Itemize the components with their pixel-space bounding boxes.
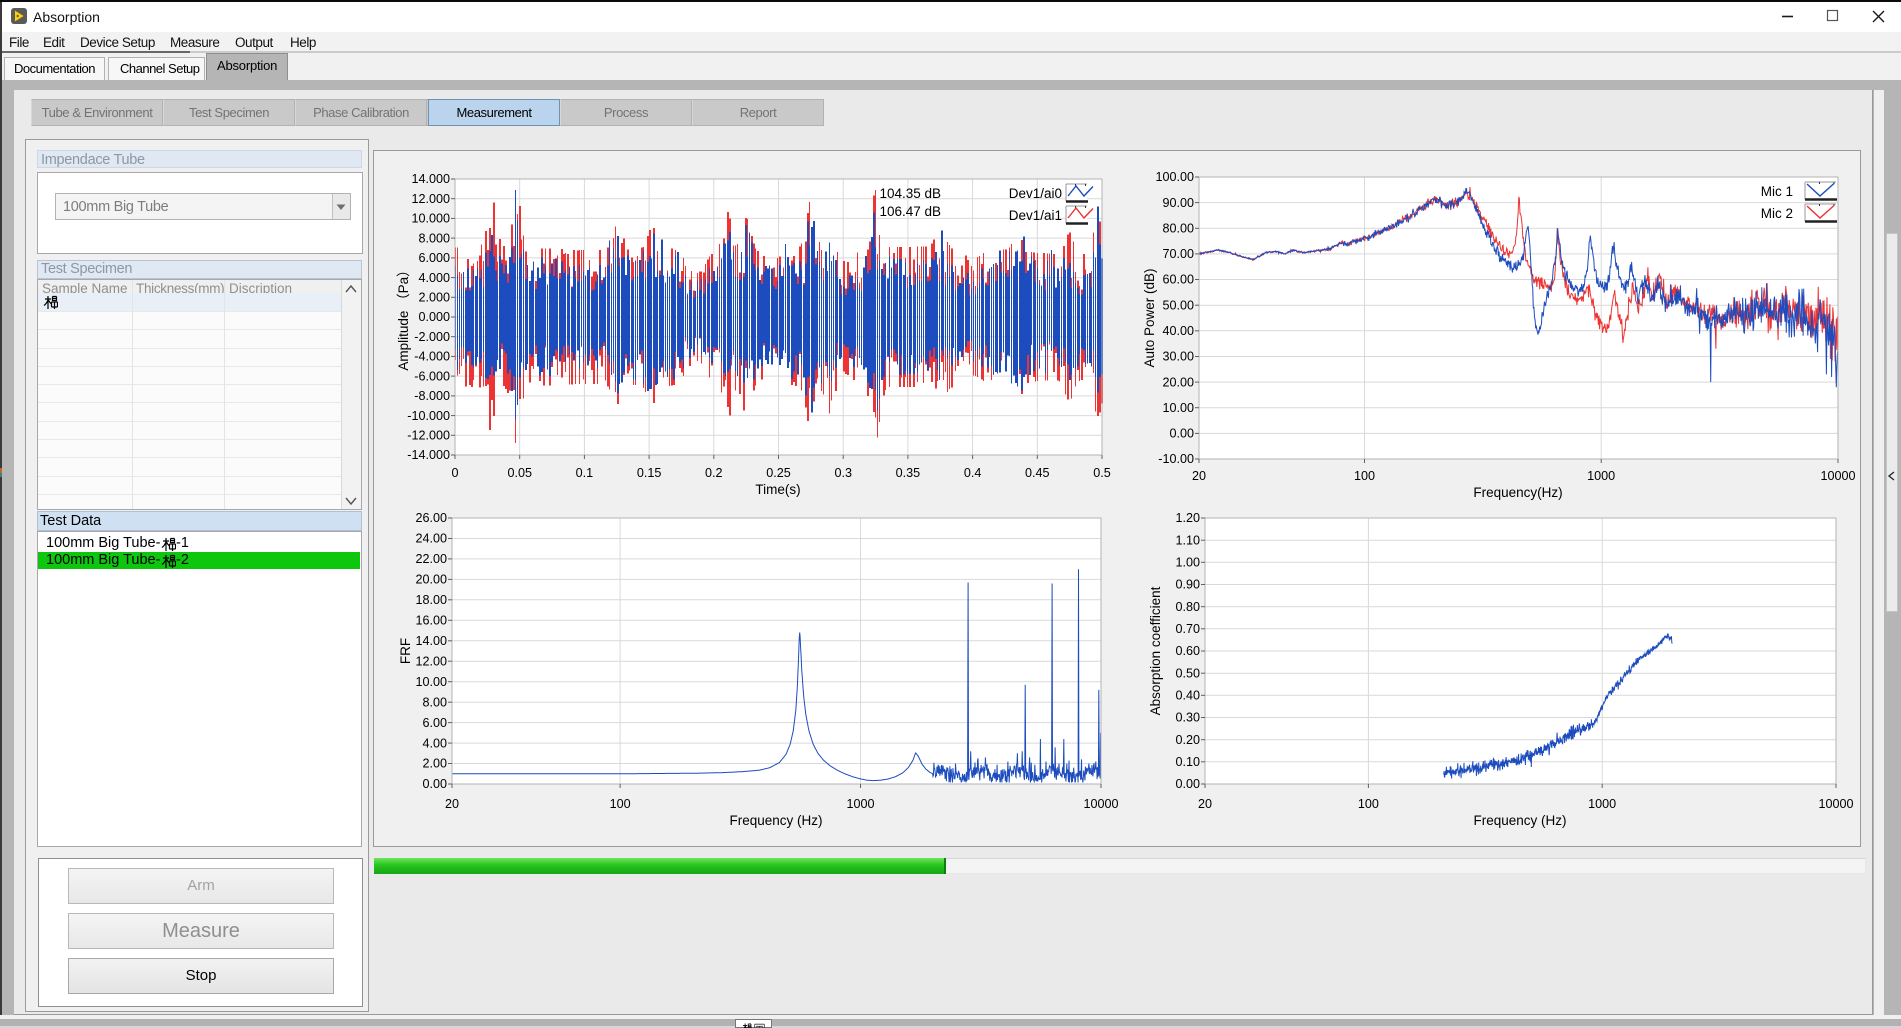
- svg-text:0.4: 0.4: [964, 466, 982, 480]
- svg-text:Auto Power (dB): Auto Power (dB): [1142, 268, 1157, 367]
- svg-text:0.10: 0.10: [1175, 755, 1200, 769]
- svg-text:0.2: 0.2: [705, 466, 723, 480]
- svg-text:50.00: 50.00: [1162, 298, 1194, 312]
- svg-text:1.10: 1.10: [1175, 533, 1200, 547]
- svg-text:10.00: 10.00: [1162, 401, 1194, 415]
- svg-text:Mic 2: Mic 2: [1761, 206, 1793, 221]
- svg-text:-12.000: -12.000: [407, 429, 450, 443]
- svg-text:60.00: 60.00: [1162, 273, 1194, 287]
- svg-text:Mic 1: Mic 1: [1761, 184, 1793, 199]
- svg-text:-4.000: -4.000: [414, 350, 450, 364]
- svg-text:1.00: 1.00: [1175, 556, 1200, 570]
- svg-text:0.35: 0.35: [896, 466, 921, 480]
- svg-text:0.90: 0.90: [1175, 578, 1200, 592]
- svg-text:0.00: 0.00: [422, 777, 447, 791]
- svg-text:0.00: 0.00: [1175, 777, 1200, 791]
- svg-text:20: 20: [1198, 797, 1212, 811]
- svg-text:20.00: 20.00: [415, 573, 447, 587]
- svg-text:0.25: 0.25: [766, 466, 791, 480]
- svg-text:6.000: 6.000: [418, 251, 450, 265]
- svg-text:0.40: 0.40: [1175, 689, 1200, 703]
- svg-text:Time(s): Time(s): [755, 482, 800, 497]
- svg-text:20: 20: [445, 797, 459, 811]
- svg-text:4.000: 4.000: [418, 271, 450, 285]
- svg-text:10000: 10000: [1083, 797, 1118, 811]
- svg-text:12.00: 12.00: [415, 654, 447, 668]
- svg-text:14.00: 14.00: [415, 634, 447, 648]
- svg-text:0.20: 0.20: [1175, 733, 1200, 747]
- svg-text:0.5: 0.5: [1093, 466, 1111, 480]
- svg-text:12.000: 12.000: [411, 192, 450, 206]
- svg-text:Frequency (Hz): Frequency (Hz): [1473, 813, 1566, 828]
- svg-text:2.000: 2.000: [418, 291, 450, 305]
- svg-text:8.00: 8.00: [422, 695, 447, 709]
- svg-text:0.60: 0.60: [1175, 644, 1200, 658]
- svg-text:0.3: 0.3: [834, 466, 852, 480]
- svg-text:Absorption coefficient: Absorption coefficient: [1148, 586, 1163, 715]
- svg-text:20.00: 20.00: [1162, 375, 1194, 389]
- svg-text:-10.000: -10.000: [407, 409, 450, 423]
- svg-text:70.00: 70.00: [1162, 247, 1194, 261]
- svg-text:0.70: 0.70: [1175, 622, 1200, 636]
- svg-text:Frequency (Hz): Frequency (Hz): [729, 813, 822, 828]
- svg-text:20: 20: [1192, 469, 1206, 483]
- svg-text:22.00: 22.00: [415, 552, 447, 566]
- svg-text:30.00: 30.00: [1162, 350, 1194, 364]
- svg-text:10.00: 10.00: [415, 675, 447, 689]
- svg-text:90.00: 90.00: [1162, 196, 1194, 210]
- svg-text:10000: 10000: [1820, 469, 1855, 483]
- svg-text:26.00: 26.00: [415, 511, 447, 525]
- svg-text:10.000: 10.000: [411, 212, 450, 226]
- svg-text:40.00: 40.00: [1162, 324, 1194, 338]
- svg-text:0.30: 0.30: [1175, 711, 1200, 725]
- svg-text:-14.000: -14.000: [407, 448, 450, 462]
- svg-text:80.00: 80.00: [1162, 222, 1194, 236]
- svg-text:8.000: 8.000: [418, 231, 450, 245]
- svg-text:0.05: 0.05: [507, 466, 532, 480]
- svg-text:1000: 1000: [846, 797, 874, 811]
- svg-text:0.45: 0.45: [1025, 466, 1050, 480]
- svg-text:-10.00: -10.00: [1158, 452, 1194, 466]
- svg-text:100: 100: [610, 797, 631, 811]
- svg-text:Dev1/ai1: Dev1/ai1: [1009, 208, 1062, 223]
- svg-text:-8.000: -8.000: [414, 389, 450, 403]
- svg-text:14.000: 14.000: [411, 172, 450, 186]
- svg-text:16.00: 16.00: [415, 614, 447, 628]
- svg-text:1000: 1000: [1588, 797, 1616, 811]
- svg-text:Dev1/ai0: Dev1/ai0: [1009, 186, 1062, 201]
- svg-text:FRF: FRF: [398, 638, 413, 664]
- svg-text:0.15: 0.15: [637, 466, 662, 480]
- svg-text:-2.000: -2.000: [414, 330, 450, 344]
- svg-text:1000: 1000: [1587, 469, 1615, 483]
- svg-text:Frequency(Hz): Frequency(Hz): [1473, 485, 1562, 500]
- svg-text:18.00: 18.00: [415, 593, 447, 607]
- svg-text:-6.000: -6.000: [414, 369, 450, 383]
- svg-text:0.80: 0.80: [1175, 600, 1200, 614]
- svg-text:104.35 dB: 104.35 dB: [879, 186, 941, 201]
- svg-text:0.00: 0.00: [1169, 427, 1194, 441]
- svg-text:10000: 10000: [1818, 797, 1853, 811]
- svg-text:0.50: 0.50: [1175, 666, 1200, 680]
- svg-text:Amplitude （Pa）: Amplitude （Pa）: [396, 263, 411, 370]
- svg-text:2.00: 2.00: [422, 757, 447, 771]
- svg-text:0.1: 0.1: [576, 466, 594, 480]
- svg-text:4.00: 4.00: [422, 736, 447, 750]
- svg-text:0: 0: [451, 466, 458, 480]
- svg-text:106.47 dB: 106.47 dB: [879, 204, 941, 219]
- svg-text:24.00: 24.00: [415, 532, 447, 546]
- svg-text:100.00: 100.00: [1155, 170, 1194, 184]
- svg-text:6.00: 6.00: [422, 716, 447, 730]
- svg-text:100: 100: [1354, 469, 1375, 483]
- svg-text:1.20: 1.20: [1175, 511, 1200, 525]
- svg-text:0.000: 0.000: [418, 310, 450, 324]
- svg-text:100: 100: [1358, 797, 1379, 811]
